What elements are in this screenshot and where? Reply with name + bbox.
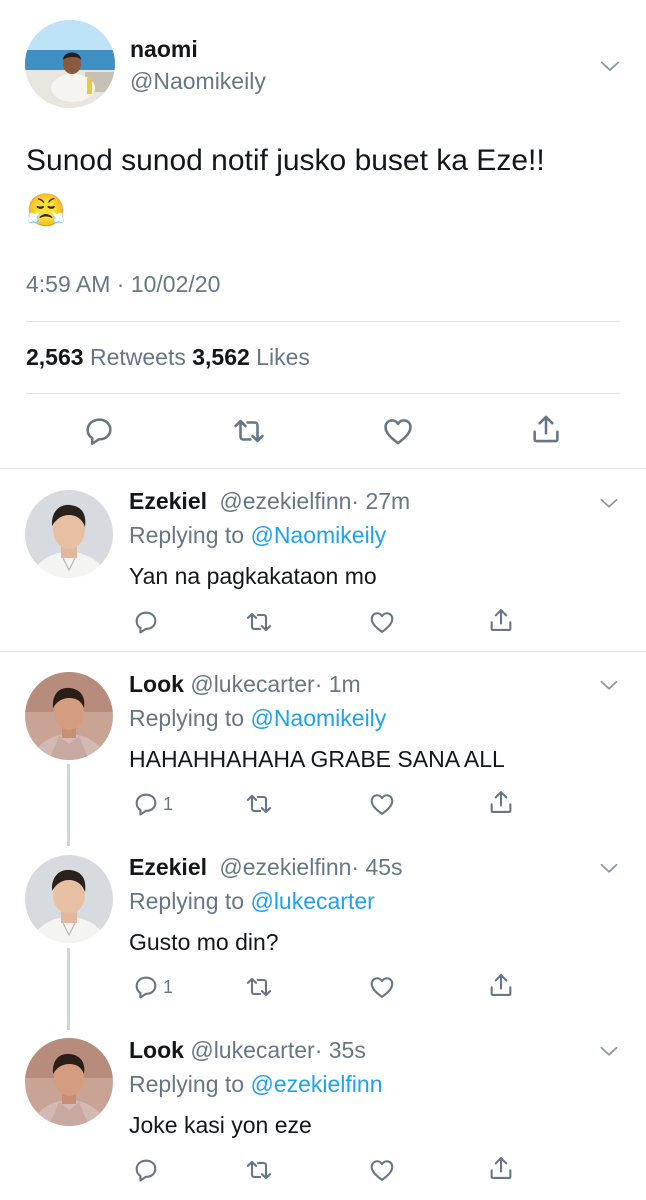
reply-header: Ezekiel @ezekielfinn· 45s [129, 854, 403, 881]
reply-handle[interactable]: @lukecarter [190, 1037, 314, 1063]
reply-time: · 27m [351, 488, 411, 514]
replying-to: Replying to @ezekielfinn [129, 1071, 383, 1098]
reply-text: Yan na pagkakataon mo [129, 563, 377, 589]
chevron-down-icon[interactable] [596, 1038, 622, 1064]
share-icon[interactable] [529, 412, 563, 446]
reply-header: Look @lukecarter· 35s [129, 1037, 366, 1064]
reply-time: · 45s [351, 854, 403, 880]
tweet-text: Sunod sunod notif jusko buset ka Eze!! [26, 144, 545, 177]
retweet-icon[interactable] [232, 414, 266, 448]
chevron-down-icon[interactable] [596, 855, 622, 881]
reply-text: Joke kasi yon eze [129, 1112, 312, 1138]
reply-text: HAHAHHAHAHA GRABE SANA ALL [129, 746, 505, 772]
replying-to-handle[interactable]: @lukecarter [250, 888, 374, 914]
reply-header: Ezekiel @ezekielfinn· 27m [129, 488, 410, 515]
author-handle[interactable]: @Naomikeily [130, 68, 266, 95]
reply-display-name[interactable]: Look [129, 1037, 184, 1063]
reply-handle[interactable]: @ezekielfinn [219, 854, 351, 880]
share-icon[interactable] [487, 606, 515, 634]
avatar-ezekiel[interactable] [25, 490, 113, 578]
thread-connector [67, 764, 70, 846]
like-icon[interactable] [368, 790, 396, 818]
reply-header: Look @lukecarter· 1m [129, 671, 361, 698]
section-divider [0, 468, 646, 469]
replying-to-handle[interactable]: @ezekielfinn [250, 1071, 382, 1097]
thread-connector [67, 948, 70, 1030]
reply-text: Gusto mo din? [129, 929, 279, 955]
reply-time: · 1m [314, 671, 361, 697]
retweet-icon[interactable] [245, 1156, 273, 1184]
avatar-look[interactable] [25, 1038, 113, 1126]
reply-time: · 35s [314, 1037, 366, 1063]
replying-to-handle[interactable]: @Naomikeily [250, 705, 386, 731]
share-icon[interactable] [487, 788, 515, 816]
replying-prefix: Replying to [129, 1071, 245, 1097]
author-display-name[interactable]: naomi [130, 36, 198, 63]
reply-count: 1 [163, 977, 174, 997]
reply-icon[interactable] [132, 973, 160, 1001]
retweets-count[interactable]: 2,563 [26, 344, 84, 370]
replying-to: Replying to @Naomikeily [129, 705, 386, 732]
tweet-emoji: 😤 [26, 192, 66, 228]
replying-prefix: Replying to [129, 522, 245, 548]
share-icon[interactable] [487, 971, 515, 999]
divider [26, 393, 620, 394]
likes-label[interactable]: Likes [256, 344, 310, 370]
share-icon[interactable] [487, 1154, 515, 1182]
divider [26, 321, 620, 322]
chevron-down-icon[interactable] [596, 490, 622, 516]
reply-icon[interactable] [132, 790, 160, 818]
avatar-naomi[interactable] [25, 20, 115, 108]
reply-icon[interactable] [132, 1156, 160, 1184]
avatar-ezekiel[interactable] [25, 855, 113, 943]
like-icon[interactable] [368, 608, 396, 636]
replying-to: Replying to @lukecarter [129, 888, 375, 915]
reply-display-name[interactable]: Look [129, 671, 184, 697]
reply-count: 1 [163, 794, 174, 814]
reply-handle[interactable]: @lukecarter [190, 671, 314, 697]
retweet-icon[interactable] [245, 608, 273, 636]
reply-display-name[interactable]: Ezekiel [129, 854, 207, 880]
retweets-label[interactable]: Retweets [90, 344, 186, 370]
reply-icon[interactable] [82, 414, 116, 448]
avatar-look[interactable] [25, 672, 113, 760]
chevron-down-icon[interactable] [596, 52, 624, 80]
likes-count[interactable]: 3,562 [192, 344, 250, 370]
section-divider [0, 651, 646, 652]
like-icon[interactable] [381, 414, 415, 448]
retweet-icon[interactable] [245, 790, 273, 818]
like-icon[interactable] [368, 973, 396, 1001]
replying-prefix: Replying to [129, 888, 245, 914]
engagement-stats: 2,563 Retweets 3,562 Likes [26, 344, 310, 371]
reply-handle[interactable]: @ezekielfinn [219, 488, 351, 514]
replying-to: Replying to @Naomikeily [129, 522, 386, 549]
chevron-down-icon[interactable] [596, 672, 622, 698]
tweet-timestamp[interactable]: 4:59 AM · 10/02/20 [26, 271, 220, 298]
like-icon[interactable] [368, 1156, 396, 1184]
reply-icon[interactable] [132, 608, 160, 636]
retweet-icon[interactable] [245, 973, 273, 1001]
reply-display-name[interactable]: Ezekiel [129, 488, 207, 514]
replying-to-handle[interactable]: @Naomikeily [250, 522, 386, 548]
replying-prefix: Replying to [129, 705, 245, 731]
